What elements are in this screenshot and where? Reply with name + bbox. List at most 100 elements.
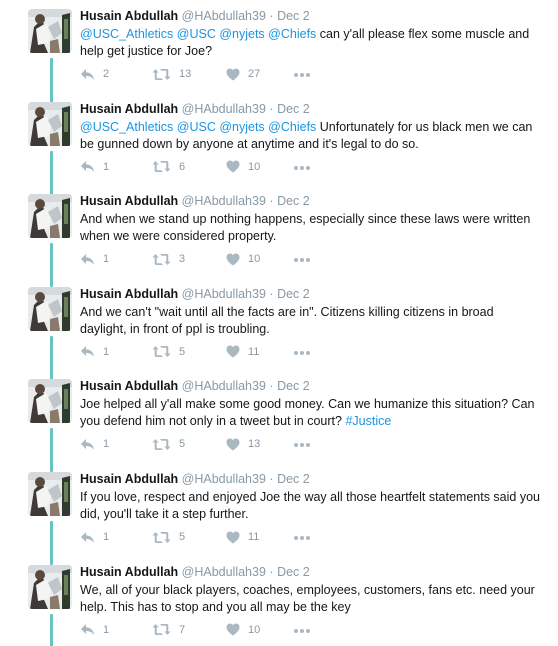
hashtag-link[interactable]: #Justice: [345, 414, 391, 428]
retweet-button[interactable]: 6: [152, 159, 185, 175]
more-options-button[interactable]: [293, 623, 311, 639]
display-name[interactable]: Husain Abdullah: [80, 9, 178, 23]
like-button[interactable]: 10: [226, 622, 260, 638]
retweet-button[interactable]: 5: [152, 436, 185, 452]
retweet-button[interactable]: 7: [152, 622, 185, 638]
display-name[interactable]: Husain Abdullah: [80, 287, 178, 301]
reply-button[interactable]: 1: [80, 436, 109, 452]
reply-count: 1: [103, 253, 110, 266]
mention-link[interactable]: @Chiefs: [268, 120, 316, 134]
more-options-button[interactable]: [293, 252, 311, 268]
tweet-date[interactable]: Dec 2: [277, 9, 310, 23]
retweet-button[interactable]: 5: [152, 344, 185, 360]
user-handle[interactable]: @HAbdullah39: [182, 194, 266, 208]
avatar[interactable]: [28, 194, 72, 239]
avatar-photo-icon: [28, 9, 72, 53]
tweet-text-segment: And when we stand up nothing happens, es…: [80, 212, 531, 244]
user-handle[interactable]: @HAbdullah39: [182, 9, 266, 23]
display-name[interactable]: Husain Abdullah: [80, 194, 178, 208]
like-count: 10: [248, 623, 261, 636]
tweet-date[interactable]: Dec 2: [277, 379, 310, 393]
user-handle[interactable]: @HAbdullah39: [182, 472, 266, 486]
retweet-button[interactable]: 13: [152, 66, 191, 82]
reply-button[interactable]: 2: [80, 66, 109, 82]
more-dots-icon: [294, 628, 310, 633]
avatar[interactable]: [28, 564, 72, 609]
mention-link[interactable]: @Chiefs: [268, 27, 316, 41]
retweet-count: 6: [179, 160, 186, 173]
avatar[interactable]: [28, 9, 72, 53]
tweet: Husain Abdullah @HAbdullah39 · Dec 2 We,…: [0, 556, 558, 646]
tweet-text: If you love, respect and enjoyed Joe the…: [80, 489, 542, 523]
avatar[interactable]: [28, 379, 72, 424]
tweet-actions: 1 7 10: [80, 622, 380, 638]
like-button[interactable]: 10: [226, 251, 260, 267]
mention-link[interactable]: @USC_Athletics: [80, 27, 173, 41]
reply-button[interactable]: 1: [80, 159, 109, 175]
like-button[interactable]: 10: [226, 159, 260, 175]
like-count: 10: [248, 253, 261, 266]
more-options-button[interactable]: [293, 530, 311, 546]
reply-count: 1: [103, 623, 110, 636]
tweet-actions: 1 5 11: [80, 529, 380, 545]
display-name[interactable]: Husain Abdullah: [80, 565, 178, 579]
tweet-date[interactable]: Dec 2: [277, 472, 310, 486]
reply-button[interactable]: 1: [80, 251, 109, 267]
avatar[interactable]: [28, 286, 72, 331]
like-count: 11: [248, 345, 260, 358]
tweet-date[interactable]: Dec 2: [277, 194, 310, 208]
like-button[interactable]: 11: [226, 529, 259, 545]
separator-dot: ·: [269, 286, 274, 301]
like-button[interactable]: 11: [226, 344, 259, 360]
like-button[interactable]: 27: [226, 66, 260, 82]
more-options-button[interactable]: [293, 67, 311, 83]
retweet-icon: [152, 346, 171, 358]
tweet-thread: Husain Abdullah @HAbdullah39 · Dec 2 @US…: [0, 0, 558, 646]
tweet-date[interactable]: Dec 2: [277, 565, 310, 579]
tweet: Husain Abdullah @HAbdullah39 · Dec 2 If …: [0, 463, 558, 565]
reply-button[interactable]: 1: [80, 344, 109, 360]
retweet-icon: [152, 531, 171, 543]
tweet-date[interactable]: Dec 2: [277, 287, 310, 301]
user-handle[interactable]: @HAbdullah39: [182, 287, 266, 301]
display-name[interactable]: Husain Abdullah: [80, 102, 178, 116]
user-handle[interactable]: @HAbdullah39: [182, 565, 266, 579]
reply-arrow-icon: [81, 624, 94, 636]
reply-arrow-icon: [81, 68, 94, 80]
reply-arrow-icon: [81, 438, 94, 450]
retweet-button[interactable]: 3: [152, 251, 185, 267]
tweet-text-segment: If you love, respect and enjoyed Joe the…: [80, 490, 540, 521]
mention-link[interactable]: @USC: [177, 120, 216, 134]
more-options-button[interactable]: [293, 160, 311, 176]
reply-button[interactable]: 1: [80, 622, 109, 638]
like-button[interactable]: 13: [226, 436, 260, 452]
tweet-actions: 2 13 27: [80, 66, 380, 82]
mention-link[interactable]: @nyjets: [219, 27, 264, 41]
retweet-button[interactable]: 5: [152, 529, 185, 545]
display-name[interactable]: Husain Abdullah: [80, 379, 178, 393]
separator-dot: ·: [269, 564, 274, 579]
tweet-text: And we can't "wait until all the facts a…: [80, 304, 542, 338]
tweet-actions: 1 6 10: [80, 159, 380, 175]
avatar-photo-icon: [28, 101, 72, 146]
avatar[interactable]: [28, 472, 72, 516]
mention-link[interactable]: @nyjets: [219, 120, 264, 134]
avatar[interactable]: [28, 101, 72, 146]
tweet-date[interactable]: Dec 2: [277, 102, 310, 116]
display-name[interactable]: Husain Abdullah: [80, 472, 178, 486]
reply-arrow-icon: [81, 531, 94, 543]
retweet-icon: [152, 161, 171, 173]
heart-icon: [226, 438, 240, 451]
mention-link[interactable]: @USC_Athletics: [80, 120, 173, 134]
reply-button[interactable]: 1: [80, 529, 109, 545]
reply-count: 1: [103, 345, 110, 358]
mention-link[interactable]: @USC: [177, 27, 216, 41]
more-dots-icon: [294, 536, 310, 540]
user-handle[interactable]: @HAbdullah39: [182, 379, 266, 393]
more-options-button[interactable]: [293, 437, 311, 453]
retweet-icon: [152, 438, 171, 450]
reply-count: 1: [103, 160, 110, 173]
avatar-photo-icon: [28, 564, 72, 609]
user-handle[interactable]: @HAbdullah39: [182, 102, 266, 116]
more-options-button[interactable]: [293, 345, 311, 361]
